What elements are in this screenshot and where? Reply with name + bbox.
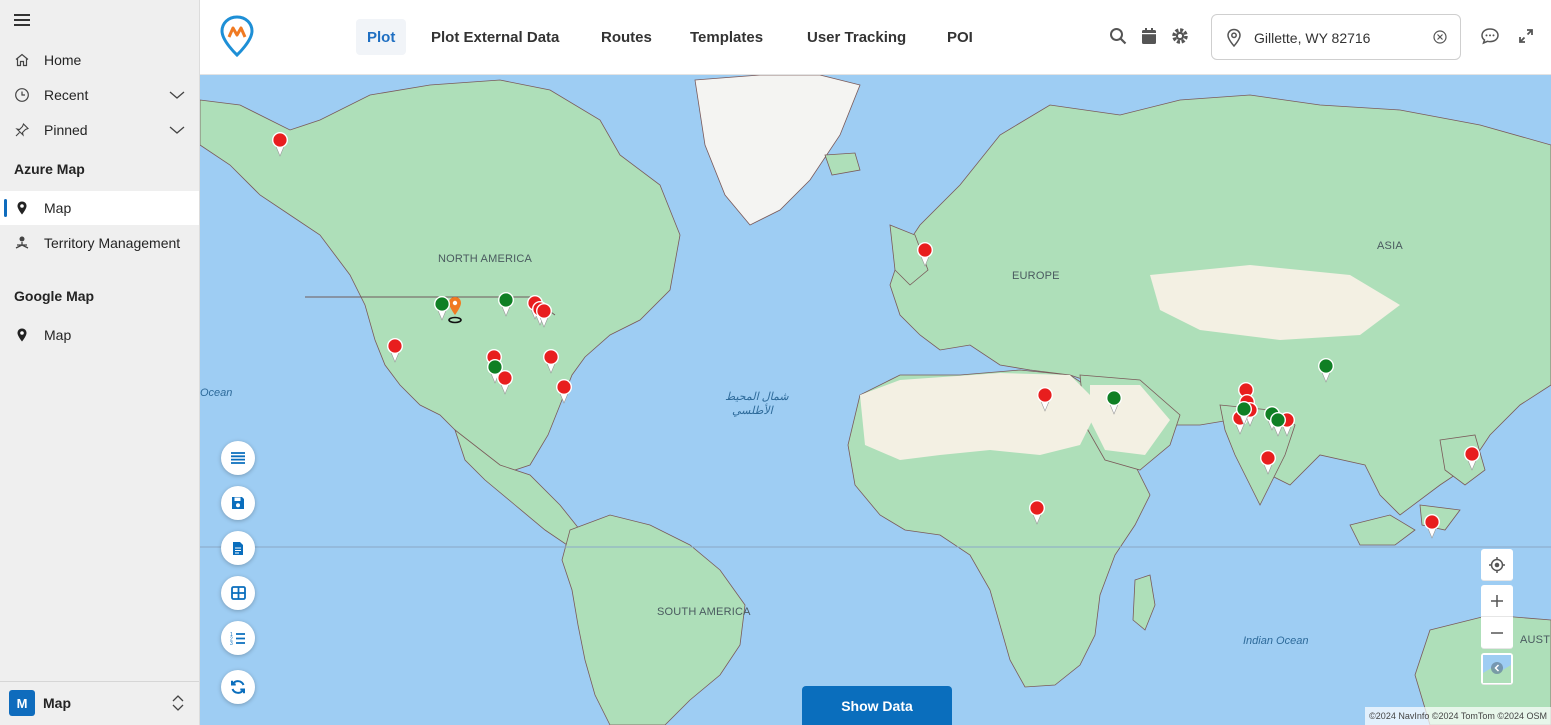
chevron-down-icon[interactable] bbox=[169, 87, 185, 103]
sidebar-item-label: Map bbox=[44, 327, 72, 343]
chat-icon[interactable] bbox=[1480, 26, 1500, 46]
area-switcher[interactable]: M Map bbox=[0, 681, 199, 725]
green-map-marker-icon[interactable] bbox=[1235, 400, 1253, 426]
continent-label-australia: AUST bbox=[1520, 634, 1551, 646]
tab-user-tracking[interactable]: User Tracking bbox=[796, 19, 917, 55]
red-map-marker-icon[interactable] bbox=[555, 378, 573, 404]
zoom-out-button[interactable] bbox=[1481, 617, 1513, 649]
list-view-button[interactable] bbox=[221, 441, 255, 475]
red-map-marker-icon[interactable] bbox=[496, 369, 514, 395]
home-icon bbox=[14, 52, 30, 68]
sidebar-item-territory-management[interactable]: Territory Management bbox=[0, 226, 199, 260]
clear-icon[interactable] bbox=[1433, 30, 1447, 49]
location-search-field[interactable] bbox=[1211, 14, 1461, 60]
sidebar-item-label: Territory Management bbox=[44, 235, 181, 251]
red-map-marker-icon[interactable] bbox=[1259, 449, 1277, 475]
sidebar-item-azure-map[interactable]: Map bbox=[0, 191, 199, 225]
red-map-marker-icon[interactable] bbox=[1036, 386, 1054, 412]
location-pin-icon bbox=[1226, 28, 1242, 53]
document-button[interactable] bbox=[221, 531, 255, 565]
area-badge: M bbox=[9, 690, 35, 716]
group-title-azure-map: Azure Map bbox=[14, 161, 85, 177]
green-map-marker-icon[interactable] bbox=[1269, 411, 1287, 437]
top-bar: Plot Plot External Data Routes Templates… bbox=[200, 0, 1551, 75]
refresh-button[interactable] bbox=[221, 670, 255, 704]
app-logo-icon bbox=[220, 15, 254, 58]
tab-plot[interactable]: Plot bbox=[356, 19, 407, 55]
map-style-picker-button[interactable] bbox=[1481, 653, 1513, 685]
ocean-label-indian: Indian Ocean bbox=[1243, 635, 1309, 647]
chevron-down-icon[interactable] bbox=[169, 122, 185, 138]
save-button[interactable] bbox=[221, 486, 255, 520]
area-label: Map bbox=[43, 695, 71, 711]
green-map-marker-icon[interactable] bbox=[1317, 357, 1335, 383]
red-map-marker-icon[interactable] bbox=[535, 302, 553, 328]
red-map-marker-icon[interactable] bbox=[1423, 513, 1441, 539]
map-pin-icon bbox=[14, 327, 30, 343]
sidebar-item-pinned[interactable]: Pinned bbox=[0, 113, 199, 147]
hamburger-menu-icon[interactable] bbox=[14, 14, 30, 28]
location-search-input[interactable] bbox=[1254, 27, 1424, 49]
continent-label-north-america: NORTH AMERICA bbox=[438, 253, 533, 265]
red-map-marker-icon[interactable] bbox=[1028, 499, 1046, 525]
calendar-icon[interactable] bbox=[1139, 26, 1159, 46]
red-map-marker-icon[interactable] bbox=[542, 348, 560, 374]
settings-gear-icon[interactable] bbox=[1170, 26, 1190, 46]
red-map-marker-icon[interactable] bbox=[271, 131, 289, 157]
tab-templates[interactable]: Templates bbox=[679, 19, 774, 55]
world-map-basemap bbox=[200, 75, 1551, 725]
tab-poi[interactable]: POI bbox=[936, 19, 984, 55]
tab-plot-external-data[interactable]: Plot External Data bbox=[420, 19, 570, 55]
sidebar-item-google-map[interactable]: Map bbox=[0, 318, 199, 352]
continent-label-europe: EUROPE bbox=[1012, 270, 1060, 282]
zoom-in-button[interactable] bbox=[1481, 585, 1513, 617]
show-data-button[interactable]: Show Data bbox=[802, 686, 952, 725]
sidebar-item-label: Home bbox=[44, 52, 82, 68]
my-location-button[interactable] bbox=[1481, 549, 1513, 581]
green-map-marker-icon[interactable] bbox=[433, 295, 451, 321]
red-map-marker-icon[interactable] bbox=[1463, 445, 1481, 471]
expand-fullscreen-icon[interactable] bbox=[1516, 26, 1536, 46]
territory-icon bbox=[14, 235, 30, 251]
svg-text:3: 3 bbox=[230, 641, 233, 646]
map-canvas[interactable]: NORTH AMERICA EUROPE ASIA SOUTH AMERICA … bbox=[200, 75, 1551, 725]
sidebar-item-recent[interactable]: Recent bbox=[0, 78, 199, 112]
continent-label-south-america: SOUTH AMERICA bbox=[657, 606, 751, 618]
numbered-list-button[interactable]: 123 bbox=[221, 621, 255, 655]
red-map-marker-icon[interactable] bbox=[916, 241, 934, 267]
grid-table-button[interactable] bbox=[221, 576, 255, 610]
green-map-marker-icon[interactable] bbox=[1105, 389, 1123, 415]
tab-routes[interactable]: Routes bbox=[590, 19, 663, 55]
group-title-google-map: Google Map bbox=[14, 288, 95, 304]
sidebar-item-home[interactable]: Home bbox=[0, 43, 199, 77]
map-pin-icon bbox=[14, 200, 30, 216]
sidebar: Home Recent Pinned Azure Map Map Territo… bbox=[0, 0, 200, 725]
green-map-marker-icon[interactable] bbox=[497, 291, 515, 317]
clock-icon bbox=[14, 87, 30, 103]
search-icon[interactable] bbox=[1108, 26, 1128, 46]
sidebar-item-label: Map bbox=[44, 200, 72, 216]
sidebar-item-label: Recent bbox=[44, 87, 89, 103]
sidebar-item-label: Pinned bbox=[44, 122, 88, 138]
ocean-label-atlantic-ar-2: الأطلسي bbox=[732, 405, 773, 417]
continent-label-asia: ASIA bbox=[1377, 240, 1403, 252]
chevron-up-down-icon bbox=[171, 694, 185, 717]
red-map-marker-icon[interactable] bbox=[386, 337, 404, 363]
pin-icon bbox=[14, 122, 30, 138]
ocean-label-pacific: Ocean bbox=[200, 387, 233, 399]
map-attribution: ©2024 NavInfo ©2024 TomTom ©2024 OSM bbox=[1365, 707, 1551, 725]
ocean-label-atlantic-ar-1: شمال المحيط bbox=[725, 391, 789, 403]
